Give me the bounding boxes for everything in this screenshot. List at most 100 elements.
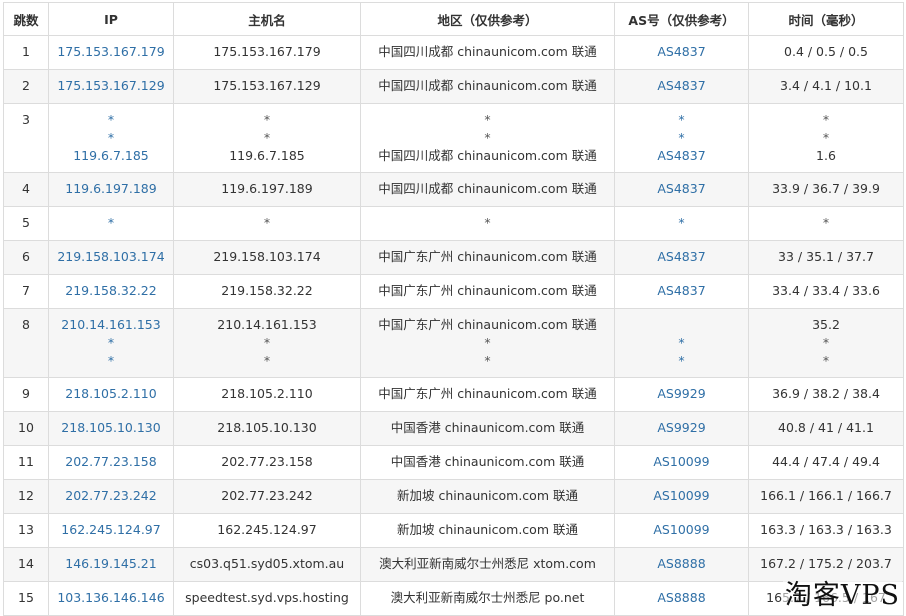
table-row: 1 175.153.167.179 175.153.167.179 中国四川成都 ch… [3,35,904,70]
hostname-cell: 202.77.23.158 [173,445,361,480]
table-row: 5 * * * * * [3,206,904,241]
time-cell: 36.9 / 38.2 / 38.4 [748,377,904,412]
ip-value[interactable]: 219.158.32.22 [51,282,171,300]
as-cell: AS4837 [614,172,749,207]
region-value: 中国广东广州 chinaunicom.com 联通 [378,283,597,298]
hop-cell: 3 [3,103,49,173]
time-cell: 167.2 / 175.2 / 203.7 [748,547,904,582]
as-value[interactable]: AS9929 [617,419,746,437]
as-value[interactable]: AS8888 [617,589,746,607]
as-cell: * [614,206,749,241]
header-as-number: AS号（仅供参考） [614,2,749,36]
ip-value: * [107,112,115,127]
ip-cell: 103.136.146.146 [48,581,174,616]
ip-cell: 219.158.32.22 [48,274,174,309]
hostname-cell: 218.105.10.130 [173,411,361,446]
region-value: 中国四川成都 chinaunicom.com 联通 [378,44,597,59]
hostname-cell: 210.14.161.153 * * [173,308,361,378]
ip-cell: 219.158.103.174 [48,240,174,275]
ip-cell: 175.153.167.129 [48,69,174,104]
region-cell: 澳大利亚新南威尔士州悉尼 po.net [360,581,615,616]
region-value: 中国四川成都 chinaunicom.com 联通 [378,78,597,93]
as-value[interactable]: AS4837 [617,147,746,165]
hostname-cell: 162.245.124.97 [173,513,361,548]
ip-value[interactable]: 119.6.197.189 [51,180,171,198]
region-cell: * * 中国四川成都 chinaunicom.com 联通 [360,103,615,173]
hop-number: 1 [22,44,30,59]
table-body: 1 175.153.167.179 175.153.167.179 中国四川成都 ch… [3,35,904,616]
region-value: 澳大利亚新南威尔士州悉尼 xtom.com [379,556,596,571]
as-value[interactable]: AS8888 [617,555,746,573]
as-value: * [678,335,685,350]
time-value: * [822,215,830,230]
ip-value[interactable]: 218.105.2.110 [51,385,171,403]
ip-value[interactable]: 202.77.23.242 [51,487,171,505]
hop-number: 6 [22,249,30,264]
region-cell: 中国四川成都 chinaunicom.com 联通 [360,172,615,207]
ip-value[interactable]: 146.19.145.21 [51,555,171,573]
hop-number: 14 [18,556,34,571]
table-row: 4 119.6.197.189 119.6.197.189 中国四川成都 chinau… [3,172,904,207]
ip-value[interactable]: 175.153.167.129 [51,77,171,95]
as-value[interactable]: AS10099 [617,487,746,505]
time-value: 167.2 / 175.2 / 203.7 [760,556,892,571]
time-value: 33 / 35.1 / 37.7 [778,249,874,264]
time-cell: * * 1.6 [748,103,904,173]
region-value: 中国四川成都 chinaunicom.com 联通 [378,148,597,163]
hostname-value: 210.14.161.153 [217,317,317,332]
hop-number: 10 [18,420,34,435]
table-row: 7 219.158.32.22 219.158.32.22 中国广东广州 chinau… [3,274,904,309]
region-value: 新加坡 chinaunicom.com 联通 [397,522,578,537]
hostname-cell: 218.105.2.110 [173,377,361,412]
as-cell: * * AS4837 [614,103,749,173]
hop-number: 8 [22,317,30,332]
hop-cell: 10 [3,411,49,446]
ip-cell: 210.14.161.153 * * [48,308,174,378]
region-value: 中国广东广州 chinaunicom.com 联通 [378,249,597,264]
header-hop: 跳数 [3,2,49,36]
as-cell: AS8888 [614,581,749,616]
ip-value[interactable]: 219.158.103.174 [51,248,171,266]
as-value[interactable]: AS9929 [617,385,746,403]
ip-value[interactable]: 175.153.167.179 [51,43,171,61]
region-value: 新加坡 chinaunicom.com 联通 [397,488,578,503]
hostname-cell: 219.158.103.174 [173,240,361,275]
as-value[interactable]: AS4837 [617,282,746,300]
ip-value[interactable]: 103.136.146.146 [51,589,171,607]
time-value: 3.4 / 4.1 / 10.1 [780,78,872,93]
hostname-value: * [263,335,271,350]
hop-number: 13 [18,522,34,537]
table-row: 3 * * 119.6.7.185 * * 119.6.7.185 * * 中国四川成都 chin… [3,103,904,173]
time-cell: 33 / 35.1 / 37.7 [748,240,904,275]
time-value: 1.6 [816,148,836,163]
ip-cell: 162.245.124.97 [48,513,174,548]
hostname-value: * [263,112,271,127]
table-row: 10 218.105.10.130 218.105.10.130 中国香港 china… [3,411,904,446]
hop-cell: 11 [3,445,49,480]
hop-cell: 9 [3,377,49,412]
ip-value[interactable]: 162.245.124.97 [51,521,171,539]
as-value[interactable]: AS4837 [617,248,746,266]
hostname-cell: 175.153.167.179 [173,35,361,70]
as-value[interactable]: AS10099 [617,453,746,471]
as-value[interactable]: AS4837 [617,180,746,198]
table-row: 13 162.245.124.97 162.245.124.97 新加坡 chinau… [3,513,904,548]
time-cell: 33.4 / 33.4 / 33.6 [748,274,904,309]
time-value: * [822,353,830,368]
ip-value[interactable]: 202.77.23.158 [51,453,171,471]
time-cell: 40.8 / 41 / 41.1 [748,411,904,446]
region-cell: * [360,206,615,241]
ip-value[interactable]: 119.6.7.185 [51,147,171,165]
as-value[interactable]: AS10099 [617,521,746,539]
hostname-value: * [263,353,271,368]
as-cell: AS9929 [614,411,749,446]
hop-cell: 13 [3,513,49,548]
ip-value[interactable]: 210.14.161.153 [51,316,171,334]
region-cell: 新加坡 chinaunicom.com 联通 [360,513,615,548]
as-cell: AS10099 [614,513,749,548]
as-value[interactable]: AS4837 [617,77,746,95]
hop-number: 3 [22,112,30,127]
ip-value[interactable]: 218.105.10.130 [51,419,171,437]
region-cell: 新加坡 chinaunicom.com 联通 [360,479,615,514]
as-value[interactable]: AS4837 [617,43,746,61]
